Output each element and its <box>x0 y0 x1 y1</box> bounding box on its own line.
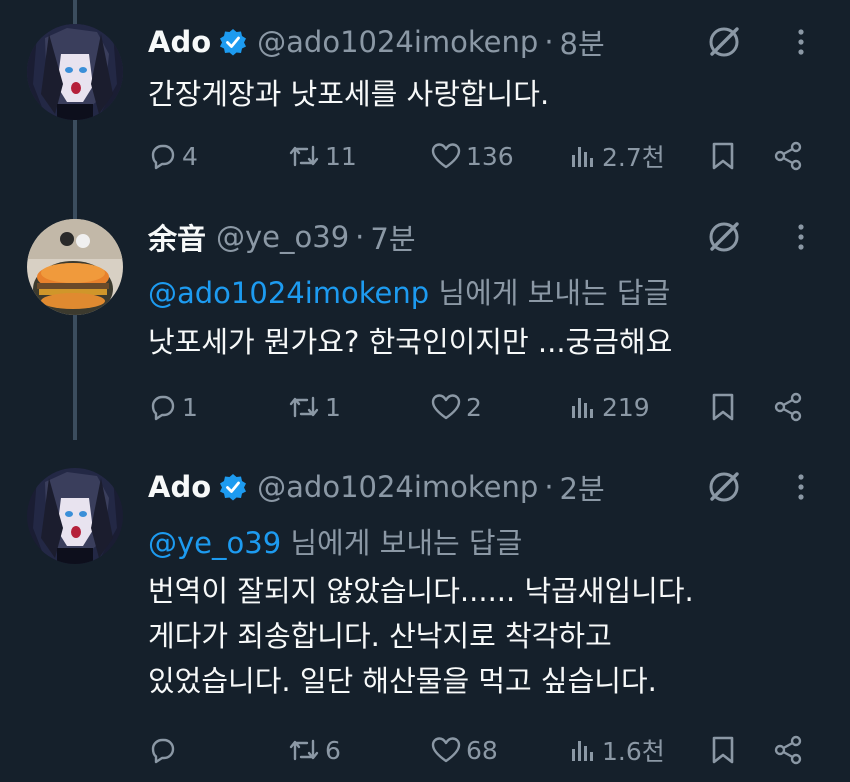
tweet-text: 간장게장과 낫포세를 사랑합니다. <box>148 72 549 117</box>
reply-button[interactable] <box>148 730 182 770</box>
grok-icon[interactable] <box>704 467 744 507</box>
retweet-icon <box>289 145 319 167</box>
reply-icon <box>151 738 175 764</box>
views-count: 2.7천 <box>602 143 665 172</box>
views-button[interactable]: 2.7천 <box>568 136 665 176</box>
bookmark-icon <box>712 393 734 421</box>
tweet-actions: 4 11 136 2.7천 <box>0 136 850 176</box>
views-count: 219 <box>602 392 650 422</box>
share-icon <box>774 392 802 422</box>
views-button[interactable]: 1.6천 <box>568 730 665 770</box>
reply-icon <box>151 395 175 421</box>
retweet-count: 6 <box>325 735 341 765</box>
like-count: 2 <box>466 392 482 422</box>
more-icon[interactable] <box>789 467 813 507</box>
grok-icon[interactable] <box>704 22 744 62</box>
views-icon <box>572 398 593 418</box>
user-handle[interactable]: @ado1024imokenp <box>257 470 538 504</box>
tweet-text: 낫포세가 뭔가요? 한국인이지만 ...궁금해요 <box>148 320 672 365</box>
avatar[interactable] <box>27 468 123 564</box>
reply-count: 1 <box>182 392 198 422</box>
more-icon[interactable] <box>789 22 813 62</box>
reply-icon <box>151 144 175 170</box>
views-count: 1.6천 <box>602 737 665 766</box>
share-button[interactable] <box>772 136 808 176</box>
tweet-text: 번역이 잘되지 않았습니다...... 낙곱새입니다. 게다가 죄송합니다. 산… <box>148 569 694 704</box>
retweet-count: 1 <box>325 392 341 422</box>
verified-badge-icon <box>219 473 247 501</box>
retweet-button[interactable]: 1 <box>287 387 341 427</box>
separator-dot: · <box>355 220 365 254</box>
tweet-text-line: 낫포세가 뭔가요? 한국인이지만 ...궁금해요 <box>148 325 673 359</box>
timestamp[interactable]: 8분 <box>560 21 605 63</box>
avatar[interactable] <box>27 219 123 315</box>
tweet-text-line: 번역이 잘되지 않았습니다...... 낙곱새입니다. <box>148 574 694 608</box>
retweet-button[interactable]: 6 <box>287 730 341 770</box>
share-button[interactable] <box>772 730 808 770</box>
tweet-text-line: 간장게장과 낫포세를 사랑합니다. <box>148 77 550 111</box>
replying-to: @ye_o39 님에게 보내는 답글 <box>148 520 522 562</box>
views-icon <box>572 741 593 761</box>
like-icon <box>431 394 461 420</box>
tweet-text-line: 게다가 죄송합니다. 산낙지로 착각하고 <box>148 619 612 653</box>
share-button[interactable] <box>772 387 808 427</box>
display-name[interactable]: Ado <box>148 25 211 59</box>
reply-mention-link[interactable]: @ado1024imokenp <box>148 276 429 310</box>
tweet-text-line: 있었습니다. 일단 해산물을 먹고 싶습니다. <box>148 664 657 698</box>
tweet-header: Ado @ado1024imokenp · 8분 <box>148 22 605 62</box>
display-name[interactable]: 余音 <box>148 216 206 258</box>
like-button[interactable]: 68 <box>430 730 498 770</box>
bookmark-button[interactable] <box>709 387 741 427</box>
bookmark-icon <box>712 736 734 764</box>
retweet-count: 11 <box>325 141 357 171</box>
verified-badge-icon <box>219 28 247 56</box>
timestamp[interactable]: 2분 <box>560 466 605 508</box>
bookmark-button[interactable] <box>709 730 741 770</box>
tweet-header: Ado @ado1024imokenp · 2분 <box>148 467 605 507</box>
like-count: 68 <box>466 735 498 765</box>
separator-dot: · <box>544 470 554 504</box>
retweet-button[interactable]: 11 <box>287 136 357 176</box>
share-icon <box>774 735 802 765</box>
views-icon <box>572 147 593 167</box>
timestamp[interactable]: 7분 <box>370 216 415 258</box>
grok-icon[interactable] <box>704 217 744 257</box>
reply-to-suffix: 님에게 보내는 답글 <box>281 526 523 560</box>
retweet-icon <box>289 739 319 761</box>
tweet-actions: 6 68 1.6천 <box>0 730 850 770</box>
like-icon <box>431 143 461 169</box>
avatar[interactable] <box>27 24 123 120</box>
tweet-actions: 1 1 2 219 <box>0 387 850 427</box>
like-icon <box>431 737 461 763</box>
user-handle[interactable]: @ado1024imokenp <box>257 25 538 59</box>
separator-dot: · <box>544 25 554 59</box>
display-name[interactable]: Ado <box>148 470 211 504</box>
reply-count: 4 <box>182 141 198 171</box>
bookmark-button[interactable] <box>709 136 741 176</box>
retweet-icon <box>289 396 319 418</box>
replying-to: @ado1024imokenp 님에게 보내는 답글 <box>148 270 670 312</box>
tweet-header: 余音 @ye_o39 · 7분 <box>148 217 416 257</box>
user-handle[interactable]: @ye_o39 <box>216 220 349 254</box>
more-icon[interactable] <box>789 217 813 257</box>
like-button[interactable]: 136 <box>430 136 514 176</box>
reply-mention-link[interactable]: @ye_o39 <box>148 526 281 560</box>
reply-to-suffix: 님에게 보내는 답글 <box>429 276 671 310</box>
share-icon <box>774 141 802 171</box>
bookmark-icon <box>712 142 734 170</box>
like-count: 136 <box>466 141 514 171</box>
reply-button[interactable]: 4 <box>148 136 198 176</box>
reply-button[interactable]: 1 <box>148 387 198 427</box>
views-button[interactable]: 219 <box>568 387 650 427</box>
like-button[interactable]: 2 <box>430 387 482 427</box>
